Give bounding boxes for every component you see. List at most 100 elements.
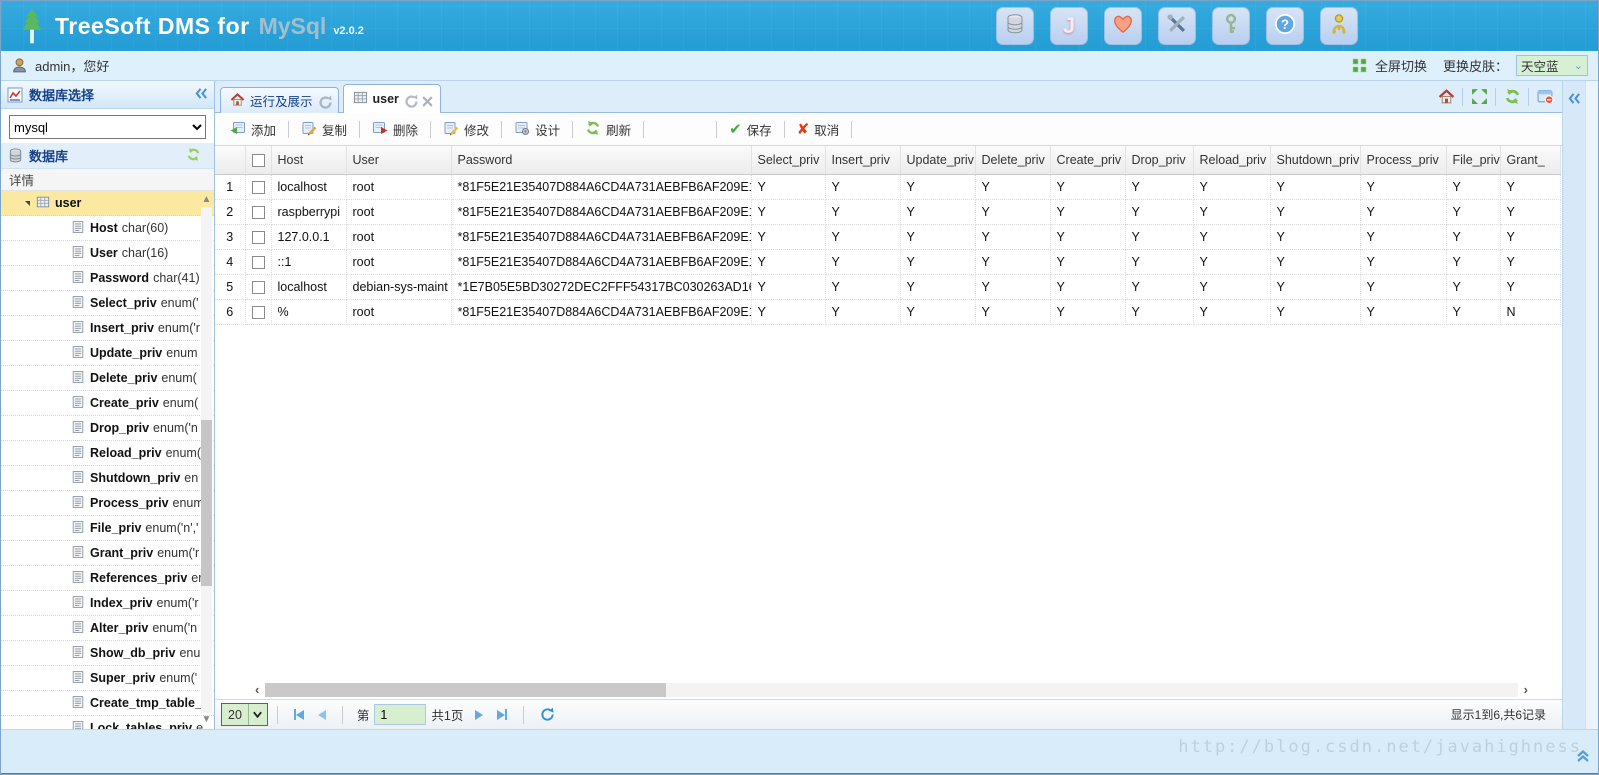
column-header[interactable]: Host — [271, 146, 346, 174]
table-cell: root — [346, 299, 451, 324]
row-checkbox[interactable] — [252, 306, 265, 319]
column-header[interactable]: Create_priv — [1050, 146, 1125, 174]
hscroll-thumb[interactable] — [265, 683, 666, 697]
header-button-heart[interactable] — [1104, 7, 1142, 45]
page-number-input[interactable] — [374, 704, 426, 725]
column-header[interactable]: Grant_ — [1500, 146, 1560, 174]
header-button-person[interactable] — [1320, 7, 1358, 45]
scroll-right-icon[interactable]: › — [1518, 683, 1534, 697]
tab-refresh-icon[interactable] — [318, 95, 329, 106]
fullscreen-toggle-icon[interactable] — [1352, 58, 1367, 73]
header-button-help[interactable]: ? — [1266, 7, 1304, 45]
maximize-tabs-icon[interactable] — [1466, 85, 1492, 109]
scroll-down-icon[interactable]: ▼ — [202, 713, 212, 727]
close-tabs-icon[interactable] — [1532, 85, 1558, 109]
skin-select[interactable]: 天空蓝 ⌄ — [1516, 55, 1588, 76]
sidebar-scrollbar[interactable]: ▲ ▼ — [200, 193, 213, 727]
row-checkbox[interactable] — [252, 181, 265, 194]
tree-node-column[interactable]: Update_privenum — [1, 341, 214, 366]
row-checkbox[interactable] — [252, 281, 265, 294]
tree-node-column[interactable]: Super_privenum(' — [1, 666, 214, 691]
scroll-top-icon[interactable] — [1576, 749, 1590, 768]
tree-node-column[interactable]: Create_tmp_table_ — [1, 691, 214, 716]
scroll-left-icon[interactable]: ‹ — [249, 683, 265, 697]
tab-close-icon[interactable] — [420, 94, 431, 105]
header-button-tools[interactable] — [1158, 7, 1196, 45]
header-button-database[interactable] — [996, 7, 1034, 45]
tree-node-column[interactable]: Shutdown_priven — [1, 466, 214, 491]
column-header[interactable]: Drop_priv — [1125, 146, 1193, 174]
row-checkbox[interactable] — [252, 256, 265, 269]
tree-node-column[interactable]: Reload_privenum( — [1, 441, 214, 466]
tree-node-column[interactable]: Process_privenum — [1, 491, 214, 516]
tab-run-display[interactable]: 运行及展示 — [220, 87, 339, 113]
page-scrollbar[interactable] — [1585, 81, 1598, 729]
fullscreen-toggle-label[interactable]: 全屏切换 — [1375, 56, 1427, 75]
column-header[interactable]: User — [346, 146, 451, 174]
next-page-button[interactable] — [468, 710, 490, 720]
table-row[interactable]: 5localhostdebian-sys-maint*1E7B05E5BD302… — [215, 274, 1560, 299]
tree-node-column[interactable]: Drop_privenum('n — [1, 416, 214, 441]
collapse-east-panel[interactable] — [1562, 81, 1585, 729]
tab-refresh-icon[interactable] — [404, 94, 415, 105]
toolbar-button-add[interactable]: 添加 — [225, 117, 281, 142]
table-row[interactable]: 2raspberrypiroot*81F5E21E35407D884A6CD4A… — [215, 199, 1560, 224]
horizontal-scrollbar[interactable]: ‹ › — [215, 681, 1562, 699]
tree-node-column[interactable]: Grant_privenum('r — [1, 541, 214, 566]
tree-node-column[interactable]: Select_privenum(' — [1, 291, 214, 316]
refresh-tab-icon[interactable] — [1499, 85, 1525, 109]
details-row[interactable]: 详情 — [1, 169, 214, 191]
header-button-letter-j[interactable]: J — [1050, 7, 1088, 45]
tree-node-column[interactable]: Delete_privenum( — [1, 366, 214, 391]
tab-user[interactable]: user — [343, 84, 441, 113]
column-header[interactable]: Insert_priv — [825, 146, 900, 174]
column-header[interactable]: Delete_priv — [975, 146, 1050, 174]
toolbar-button-design[interactable]: 设计 — [509, 117, 565, 142]
column-header[interactable]: Password — [451, 146, 751, 174]
reload-grid-icon[interactable] — [533, 707, 562, 722]
scrollbar-thumb[interactable] — [201, 420, 212, 587]
table-row[interactable]: 3127.0.0.1root*81F5E21E35407D884A6CD4A73… — [215, 224, 1560, 249]
table-row[interactable]: 1localhostroot*81F5E21E35407D884A6CD4A73… — [215, 174, 1560, 199]
database-select[interactable]: mysql — [9, 115, 206, 139]
tree-node-column[interactable]: References_priver — [1, 566, 214, 591]
toolbar-button-edit[interactable]: 修改 — [438, 117, 494, 142]
last-page-button[interactable] — [490, 709, 514, 720]
tree-node-column[interactable]: Userchar(16) — [1, 241, 214, 266]
tree-node-column[interactable]: Passwordchar(41) — [1, 266, 214, 291]
toolbar-button-copy[interactable]: 复制 — [296, 117, 352, 142]
tree-node-column[interactable]: Alter_privenum('n — [1, 616, 214, 641]
tree-node-user[interactable]: user — [1, 191, 214, 216]
row-checkbox[interactable] — [252, 206, 265, 219]
toolbar-button-refresh[interactable]: 刷新 — [580, 117, 636, 142]
tree-node-column[interactable]: Lock_tables_prive — [1, 716, 214, 729]
scroll-up-icon[interactable]: ▲ — [202, 193, 212, 207]
table-row[interactable]: 6%root*81F5E21E35407D884A6CD4A731AEBFB6A… — [215, 299, 1560, 324]
tree-node-column[interactable]: Show_db_privenu — [1, 641, 214, 666]
tree-node-column[interactable]: File_privenum('n',' — [1, 516, 214, 541]
column-header[interactable]: Shutdown_priv — [1270, 146, 1360, 174]
tree-node-column[interactable]: Index_privenum('r — [1, 591, 214, 616]
first-page-button[interactable] — [287, 709, 311, 720]
column-header[interactable]: Update_priv — [900, 146, 975, 174]
column-header[interactable]: File_priv — [1446, 146, 1500, 174]
cancel-button[interactable]: ✘取消 — [792, 117, 845, 142]
column-header[interactable]: Process_priv — [1360, 146, 1446, 174]
prev-page-button[interactable] — [311, 710, 333, 720]
refresh-tree-icon[interactable] — [186, 147, 207, 165]
tree-node-column[interactable]: Create_privenum( — [1, 391, 214, 416]
collapse-sidebar-icon[interactable] — [195, 87, 208, 103]
toolbar-button-delete[interactable]: 删除 — [367, 117, 423, 142]
select-all-checkbox[interactable] — [252, 154, 265, 167]
row-checkbox[interactable] — [252, 231, 265, 244]
tree-node-column[interactable]: Insert_privenum('r — [1, 316, 214, 341]
save-button[interactable]: ✔保存 — [724, 117, 777, 142]
page-size-select[interactable]: 20 — [221, 703, 268, 726]
home-button[interactable] — [1433, 85, 1459, 109]
tree-node-column[interactable]: Hostchar(60) — [1, 216, 214, 241]
column-header[interactable]: Select_priv — [751, 146, 825, 174]
expanded-caret-icon[interactable] — [25, 201, 30, 206]
header-button-key[interactable] — [1212, 7, 1250, 45]
table-row[interactable]: 4::1root*81F5E21E35407D884A6CD4A731AEBFB… — [215, 249, 1560, 274]
column-header[interactable]: Reload_priv — [1193, 146, 1270, 174]
